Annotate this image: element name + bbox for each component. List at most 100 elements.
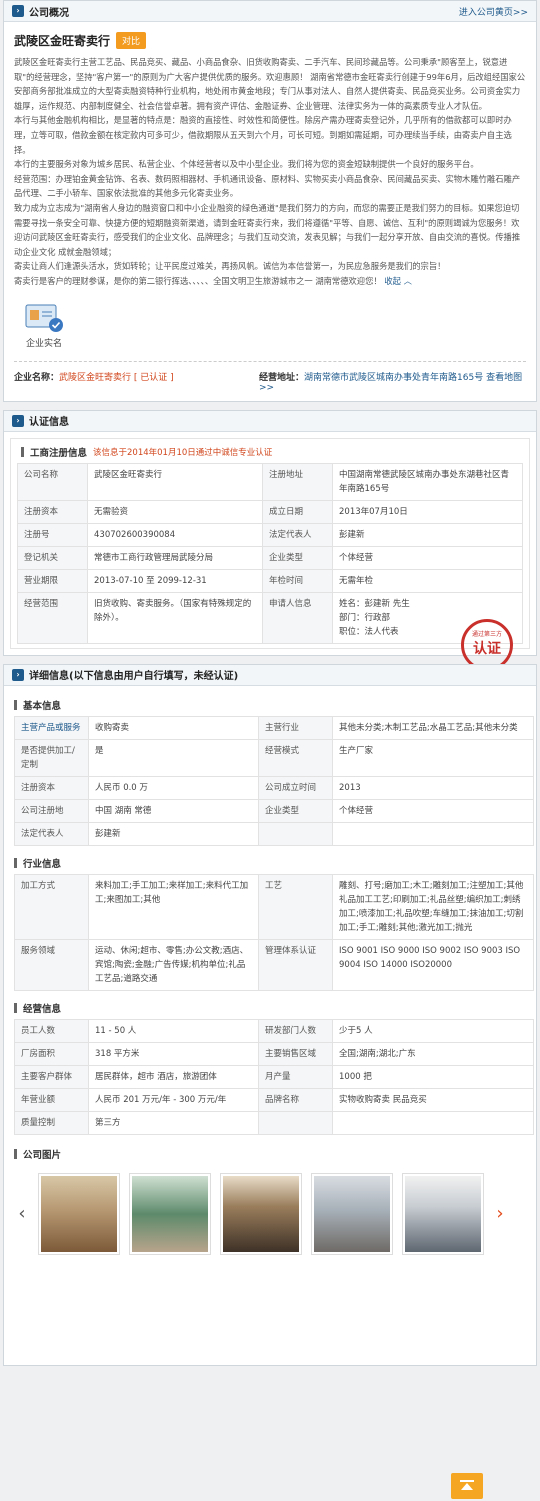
cell-value: 运动、休闲;超市、零售;办公文教;酒店、宾馆;陶瓷;金融;广告传媒;机构单位;礼… [88,938,259,991]
table-row: 加工方式 来料加工;手工加工;来样加工;来料代工加工;来图加工;其他 工艺 雕刻… [14,873,534,940]
table-row: 主要客户群体 居民群体，超市 酒店，旅游团体 月产量 1000 把 [14,1064,534,1089]
cell-value: 中国 湖南 常德 [88,798,259,823]
cell-value: ISO 9001 ISO 9000 ISO 9002 ISO 9003 ISO … [332,938,534,991]
cell-value: 彭建新 [332,522,523,547]
business-info-title: 经营信息 [23,1003,62,1015]
cell-key: 公司名称 [17,462,88,501]
company-photos-title: 公司图片 [23,1149,62,1161]
cell-key: 主要客户群体 [14,1064,89,1089]
enter-yellowpage-link[interactable]: 进入公司黄页>> [459,5,528,18]
cell-key: 工艺 [258,873,333,940]
cell-key: 注册地址 [262,462,333,501]
desc-last-text: 寄卖行是客户的理财参谋，是你的第二银行挥选、、、、、全国文明卫生旅游城市之一 湖… [14,275,382,286]
business-info-table: 员工人数 11 - 50 人 研发部门人数 少于5 人 厂房面积 318 平方米… [14,1018,534,1135]
company-photo[interactable] [311,1172,393,1255]
table-row: 登记机关 常德市工商行政管理局武陵分局 企业类型 个体经营 [17,545,523,570]
cell-key: 经营模式 [258,738,333,777]
cert-notice: 该信息于2014年01月10日通过中诚信专业认证 [93,447,273,458]
cell-value: 318 平方米 [88,1041,259,1066]
cell-key: 注册资本 [14,775,89,800]
back-to-top-button[interactable] [451,1473,483,1499]
cell-key: 厂房面积 [14,1041,89,1066]
overview-panel: › 公司概况 进入公司黄页>> 武陵区金旺寄卖行 对比 武陵区金旺寄卖行主营工艺… [3,0,537,402]
real-name-auth-badge[interactable]: 企业实名 [14,303,74,349]
cell-value: 人民币 0.0 万 [88,775,259,800]
table-row: 营业期限 2013-07-10 至 2099-12-31 年检时间 无需年检 [17,568,523,593]
company-photo[interactable] [38,1172,120,1255]
cell-value: 旧货收购、寄卖服务。（国家有特殊规定的除外）。 [87,591,263,644]
overview-title: 公司概况 [29,7,69,19]
cell-key: 企业类型 [258,798,333,823]
desc-paragraph: 经营范围：办理铂金黄金钻饰、名表、数码照相器材、手机通讯设备、原材料、实物买卖小… [14,173,521,199]
id-card-icon [24,303,64,333]
cell-value: 收购寄卖 [88,715,259,740]
registration-subtitle: 工商注册信息 [30,447,88,459]
overview-header: › 公司概况 进入公司黄页>> [4,1,536,22]
cell-value: 无需验资 [87,499,263,524]
table-row: 厂房面积 318 平方米 主要销售区域 全国;湖南;湖北;广东 [14,1041,534,1066]
cell-key: 质量控制 [14,1110,89,1135]
detail-title: 详细信息(以下信息由用户自行填写，未经认证) [29,671,239,682]
cell-key: 年营业额 [14,1087,89,1112]
cell-key: 月产量 [258,1064,333,1089]
cell-key [258,821,333,846]
chevron-left-icon[interactable]: ‹ [14,1203,30,1224]
cell-key: 登记机关 [17,545,88,570]
cell-value: 第三方 [88,1110,259,1135]
cell-key: 主要销售区域 [258,1041,333,1066]
arrow-right-icon: › [12,414,24,427]
cell-value: 2013-07-10 至 2099-12-31 [87,568,263,593]
cell-value: 个体经营 [332,545,523,570]
desc-paragraph-last: 寄卖行是客户的理财参谋，是你的第二银行挥选、、、、、全国文明卫生旅游城市之一 湖… [14,274,526,289]
cell-key: 公司注册地 [14,798,89,823]
cell-value: 少于5 人 [332,1018,534,1043]
cell-key: 注册号 [17,522,88,547]
basic-info-title: 基本信息 [23,700,62,712]
cell-key: 加工方式 [14,873,89,940]
company-photo[interactable] [402,1172,484,1255]
company-basic-footer: 企业名称：武陵区金旺寄卖行 [ 已认证 ] 经营地址：湖南常德市武陵区城南办事处… [14,360,526,393]
desc-paragraph: 本行与其他金融机构相比，是显著的特点是：融资的直接性、时效性和简便性。除房产需办… [14,115,512,155]
desc-paragraph: 武陵区金旺寄卖行主营工艺品、民品竞买、藏品、小商品食杂、旧货收购寄卖、二手汽车、… [14,57,526,111]
table-row: 质量控制 第三方 [14,1110,534,1135]
address-value: 湖南常德市武陵区城南办事处青年南路165号 [304,372,484,383]
cell-key: 服务领域 [14,938,89,991]
cell-key: 企业类型 [262,545,333,570]
chevron-right-icon[interactable]: › [492,1203,508,1224]
cell-key: 法定代表人 [14,821,89,846]
company-description: 武陵区金旺寄卖行主营工艺品、民品竞买、藏品、小商品食杂、旧货收购寄卖、二手汽车、… [14,55,526,289]
table-row: 员工人数 11 - 50 人 研发部门人数 少于5 人 [14,1018,534,1043]
arrow-right-icon: › [12,668,24,681]
arrow-right-icon: › [12,5,24,17]
company-photo[interactable] [129,1172,211,1255]
cell-value: 是 [88,738,259,777]
table-row: 主营产品或服务 收购寄卖 主营行业 其他未分类;木制工艺品;水晶工艺品;其他未分… [14,715,534,740]
cell-key: 是否提供加工/定制 [14,738,89,777]
company-name-value: 武陵区金旺寄卖行 [59,372,132,383]
cell-key: 经营范围 [17,591,88,644]
cell-value: 来料加工;手工加工;来样加工;来料代工加工;来图加工;其他 [88,873,259,940]
collapse-link[interactable]: 收起 ︿ [384,276,412,286]
cell-key: 品牌名称 [258,1087,333,1112]
seal-big-text: 认证 [473,640,501,657]
real-name-auth-label: 企业实名 [25,338,62,349]
table-row: 注册号 430702600390084 法定代表人 彭建新 [17,522,523,547]
compare-button[interactable]: 对比 [116,32,147,49]
cell-value [332,821,534,846]
cell-value: 彭建新 [88,821,259,846]
cell-value [332,1110,534,1135]
desc-paragraph: 致力成为立志成为"湖南省人身边的融资窗口和中小企业融资的绿色通道"是我们努力的方… [14,202,521,257]
main-products-link[interactable]: 主营产品或服务 [14,715,89,740]
cell-value: 2013 [332,775,534,800]
cell-key: 年检时间 [262,568,333,593]
cell-key: 主营行业 [258,715,333,740]
cell-value: 雕刻、打号;磨加工;木工;雕刻加工;注塑加工;其他礼品加工工艺;印刷加工;礼品丝… [332,873,534,940]
cell-key: 注册资本 [17,499,88,524]
desc-paragraph: 寄卖让商人们逢源头活水，货如转轮；让平民度过难关，再扬风帆。诚信为本信誉第一，为… [14,261,446,272]
seal-small-text: 通过第三方 [471,630,502,638]
table-row: 服务领域 运动、休闲;超市、零售;办公文教;酒店、宾馆;陶瓷;金融;广告传媒;机… [14,938,534,991]
cell-value: 生产厂家 [332,738,534,777]
cert-panel: › 认证信息 工商注册信息 该信息于2014年01月10日通过中诚信专业认证 公… [3,409,537,671]
company-photo[interactable] [220,1172,302,1255]
table-row: 经营范围 旧货收购、寄卖服务。（国家有特殊规定的除外）。 申请人信息 姓名：彭建… [17,591,523,644]
